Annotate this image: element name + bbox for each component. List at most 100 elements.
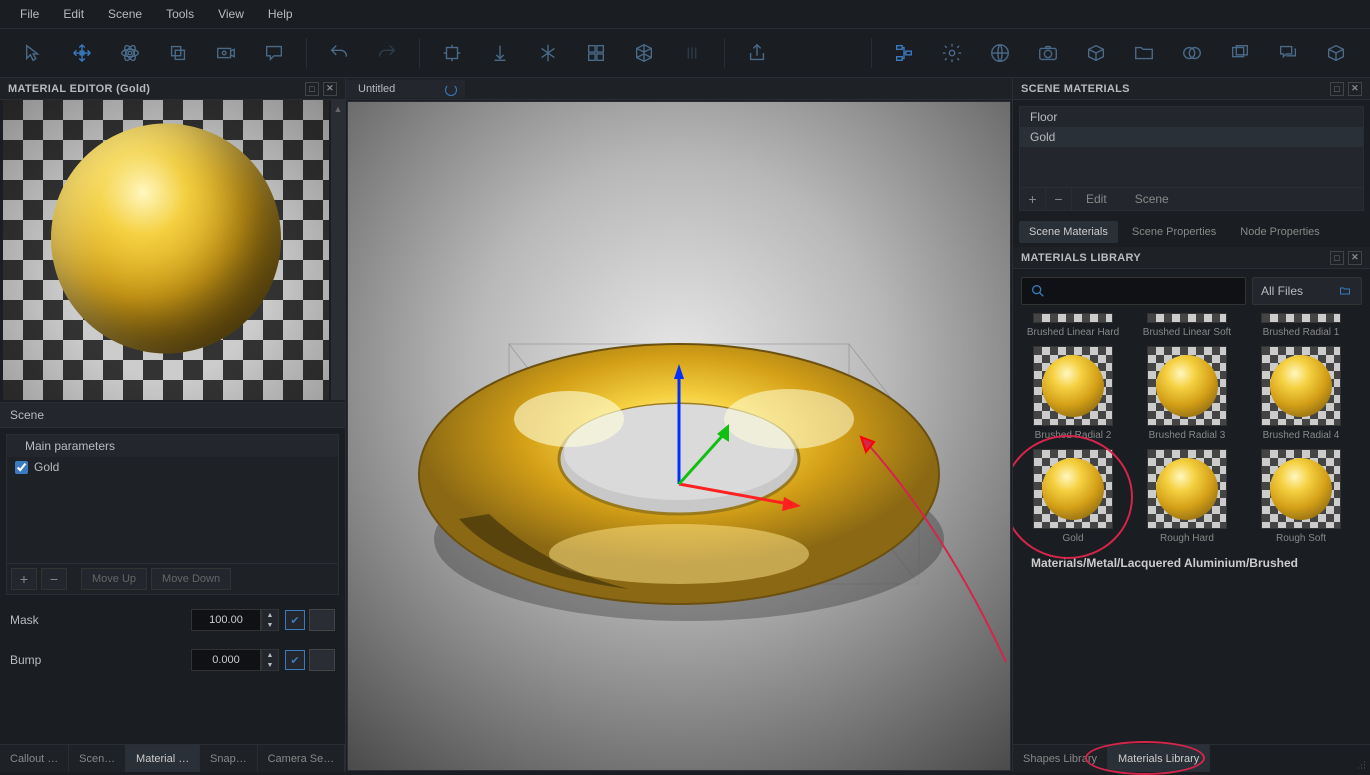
bump-spinner[interactable]: ▲▼ — [261, 649, 279, 671]
cube-net-icon[interactable] — [624, 33, 664, 73]
cube-panel-icon[interactable] — [1316, 33, 1356, 73]
bump-toggle[interactable]: ✔ — [285, 650, 305, 670]
add-param-button[interactable]: + — [11, 568, 37, 590]
move-down-button[interactable]: Move Down — [151, 568, 231, 590]
chat-panel-icon[interactable] — [1268, 33, 1308, 73]
cursor-tool-icon[interactable] — [14, 33, 54, 73]
panel-close-icon[interactable]: ✕ — [323, 82, 337, 96]
down-arrow-icon[interactable] — [480, 33, 520, 73]
preview-scrollbar[interactable]: ▲ — [331, 100, 345, 400]
material-item[interactable]: Rough Soft — [1253, 449, 1349, 544]
menu-file[interactable]: File — [8, 3, 51, 25]
mask-spinner[interactable]: ▲▼ — [261, 609, 279, 631]
scene-material-floor[interactable]: Floor — [1020, 107, 1363, 127]
scene-sub-tabs: Scene Materials Scene Properties Node Pr… — [1013, 217, 1370, 247]
toolbar-divider — [419, 38, 420, 68]
add-scene-material-button[interactable]: + — [1020, 188, 1046, 210]
panel-close-icon[interactable]: ✕ — [1348, 82, 1362, 96]
mask-swatch[interactable] — [309, 609, 335, 631]
library-search-input[interactable] — [1021, 277, 1246, 305]
panel-maximize-icon[interactable]: □ — [305, 82, 319, 96]
menu-tools[interactable]: Tools — [154, 3, 206, 25]
atom-tool-icon[interactable] — [110, 33, 150, 73]
toolbar-divider — [871, 38, 872, 68]
library-filter-dropdown[interactable]: All Files — [1252, 277, 1362, 305]
materials-library-header: MATERIALS LIBRARY □ ✕ — [1013, 247, 1370, 269]
tab-materials-library[interactable]: Materials Library — [1108, 745, 1210, 772]
tab-shapes-library[interactable]: Shapes Library — [1013, 745, 1108, 772]
grid-icon[interactable] — [576, 33, 616, 73]
tab-scene[interactable]: Scen… — [69, 745, 126, 772]
loading-spinner-icon — [445, 84, 457, 96]
tree-panel-icon[interactable] — [884, 33, 924, 73]
chat-tool-icon[interactable] — [254, 33, 294, 73]
camera-gear-icon[interactable] — [206, 33, 246, 73]
panel-close-icon[interactable]: ✕ — [1348, 251, 1362, 265]
resize-grip-icon[interactable] — [1356, 758, 1368, 770]
redo-icon[interactable] — [367, 33, 407, 73]
menu-help[interactable]: Help — [256, 3, 305, 25]
toolbar-divider — [306, 38, 307, 68]
globe-icon[interactable] — [980, 33, 1020, 73]
bump-slider[interactable] — [80, 658, 181, 662]
filter-label: All Files — [1261, 284, 1303, 298]
edit-link[interactable]: Edit — [1072, 192, 1121, 206]
document-tab-label: Untitled — [358, 83, 395, 95]
layers-panel-icon[interactable] — [1172, 33, 1212, 73]
gear-icon[interactable] — [932, 33, 972, 73]
viewport-3d[interactable] — [347, 101, 1011, 771]
move-tool-icon[interactable] — [62, 33, 102, 73]
params-header: Main parameters — [7, 435, 338, 457]
remove-param-button[interactable]: − — [41, 568, 67, 590]
remove-scene-material-button[interactable]: − — [1046, 188, 1072, 210]
menu-scene[interactable]: Scene — [96, 3, 154, 25]
mask-toggle[interactable]: ✔ — [285, 610, 305, 630]
mask-input[interactable] — [191, 609, 261, 631]
tab-callout[interactable]: Callout … — [0, 745, 69, 772]
sub-tab-node-properties[interactable]: Node Properties — [1230, 221, 1330, 243]
material-item[interactable]: Brushed Linear Soft — [1139, 313, 1235, 338]
snowflake-icon[interactable] — [528, 33, 568, 73]
material-item[interactable]: Brushed Linear Hard — [1025, 313, 1121, 338]
param-item-gold[interactable]: Gold — [7, 457, 338, 477]
document-tab-untitled[interactable]: Untitled — [346, 80, 465, 98]
sub-tab-scene-properties[interactable]: Scene Properties — [1122, 221, 1226, 243]
images-panel-icon[interactable] — [1220, 33, 1260, 73]
sub-tab-scene-materials[interactable]: Scene Materials — [1019, 221, 1118, 243]
material-item[interactable]: Brushed Radial 1 — [1253, 313, 1349, 338]
undo-icon[interactable] — [319, 33, 359, 73]
scene-material-gold[interactable]: Gold — [1020, 127, 1363, 147]
toolbar-divider — [724, 38, 725, 68]
camera-panel-icon[interactable] — [1028, 33, 1068, 73]
bump-input[interactable] — [191, 649, 261, 671]
move-up-button[interactable]: Move Up — [81, 568, 147, 590]
tab-camera-settings[interactable]: Camera Se… — [258, 745, 345, 772]
scene-link[interactable]: Scene — [1121, 192, 1183, 206]
material-item[interactable]: Brushed Radial 4 — [1253, 346, 1349, 441]
panel-maximize-icon[interactable]: □ — [1330, 82, 1344, 96]
folder-panel-icon[interactable] — [1124, 33, 1164, 73]
scene-materials-list: Floor Gold + − Edit Scene — [1019, 106, 1364, 211]
panel-maximize-icon[interactable]: □ — [1330, 251, 1344, 265]
box-panel-icon[interactable] — [1076, 33, 1116, 73]
export-icon[interactable] — [737, 33, 777, 73]
menu-edit[interactable]: Edit — [51, 3, 96, 25]
copy-tool-icon[interactable] — [158, 33, 198, 73]
scene-selector[interactable]: Scene — [0, 402, 345, 428]
material-preview[interactable] — [3, 100, 329, 400]
material-item-gold[interactable]: Gold — [1025, 449, 1121, 544]
mask-slider[interactable] — [80, 618, 181, 622]
menu-view[interactable]: View — [206, 3, 256, 25]
main-parameters-panel: Main parameters Gold + − Move Up Move Do… — [6, 434, 339, 595]
param-checkbox[interactable] — [15, 461, 28, 474]
material-item[interactable]: Brushed Radial 3 — [1139, 346, 1235, 441]
material-item[interactable]: Rough Hard — [1139, 449, 1235, 544]
material-editor-header: MATERIAL EDITOR (Gold) □ ✕ — [0, 78, 345, 100]
bump-swatch[interactable] — [309, 649, 335, 671]
target-icon[interactable] — [432, 33, 472, 73]
right-bottom-tabs: Shapes Library Materials Library — [1013, 744, 1370, 772]
bars-icon[interactable] — [672, 33, 712, 73]
tab-material[interactable]: Material … — [126, 745, 200, 772]
material-item[interactable]: Brushed Radial 2 — [1025, 346, 1121, 441]
tab-snap[interactable]: Snap… — [200, 745, 258, 772]
